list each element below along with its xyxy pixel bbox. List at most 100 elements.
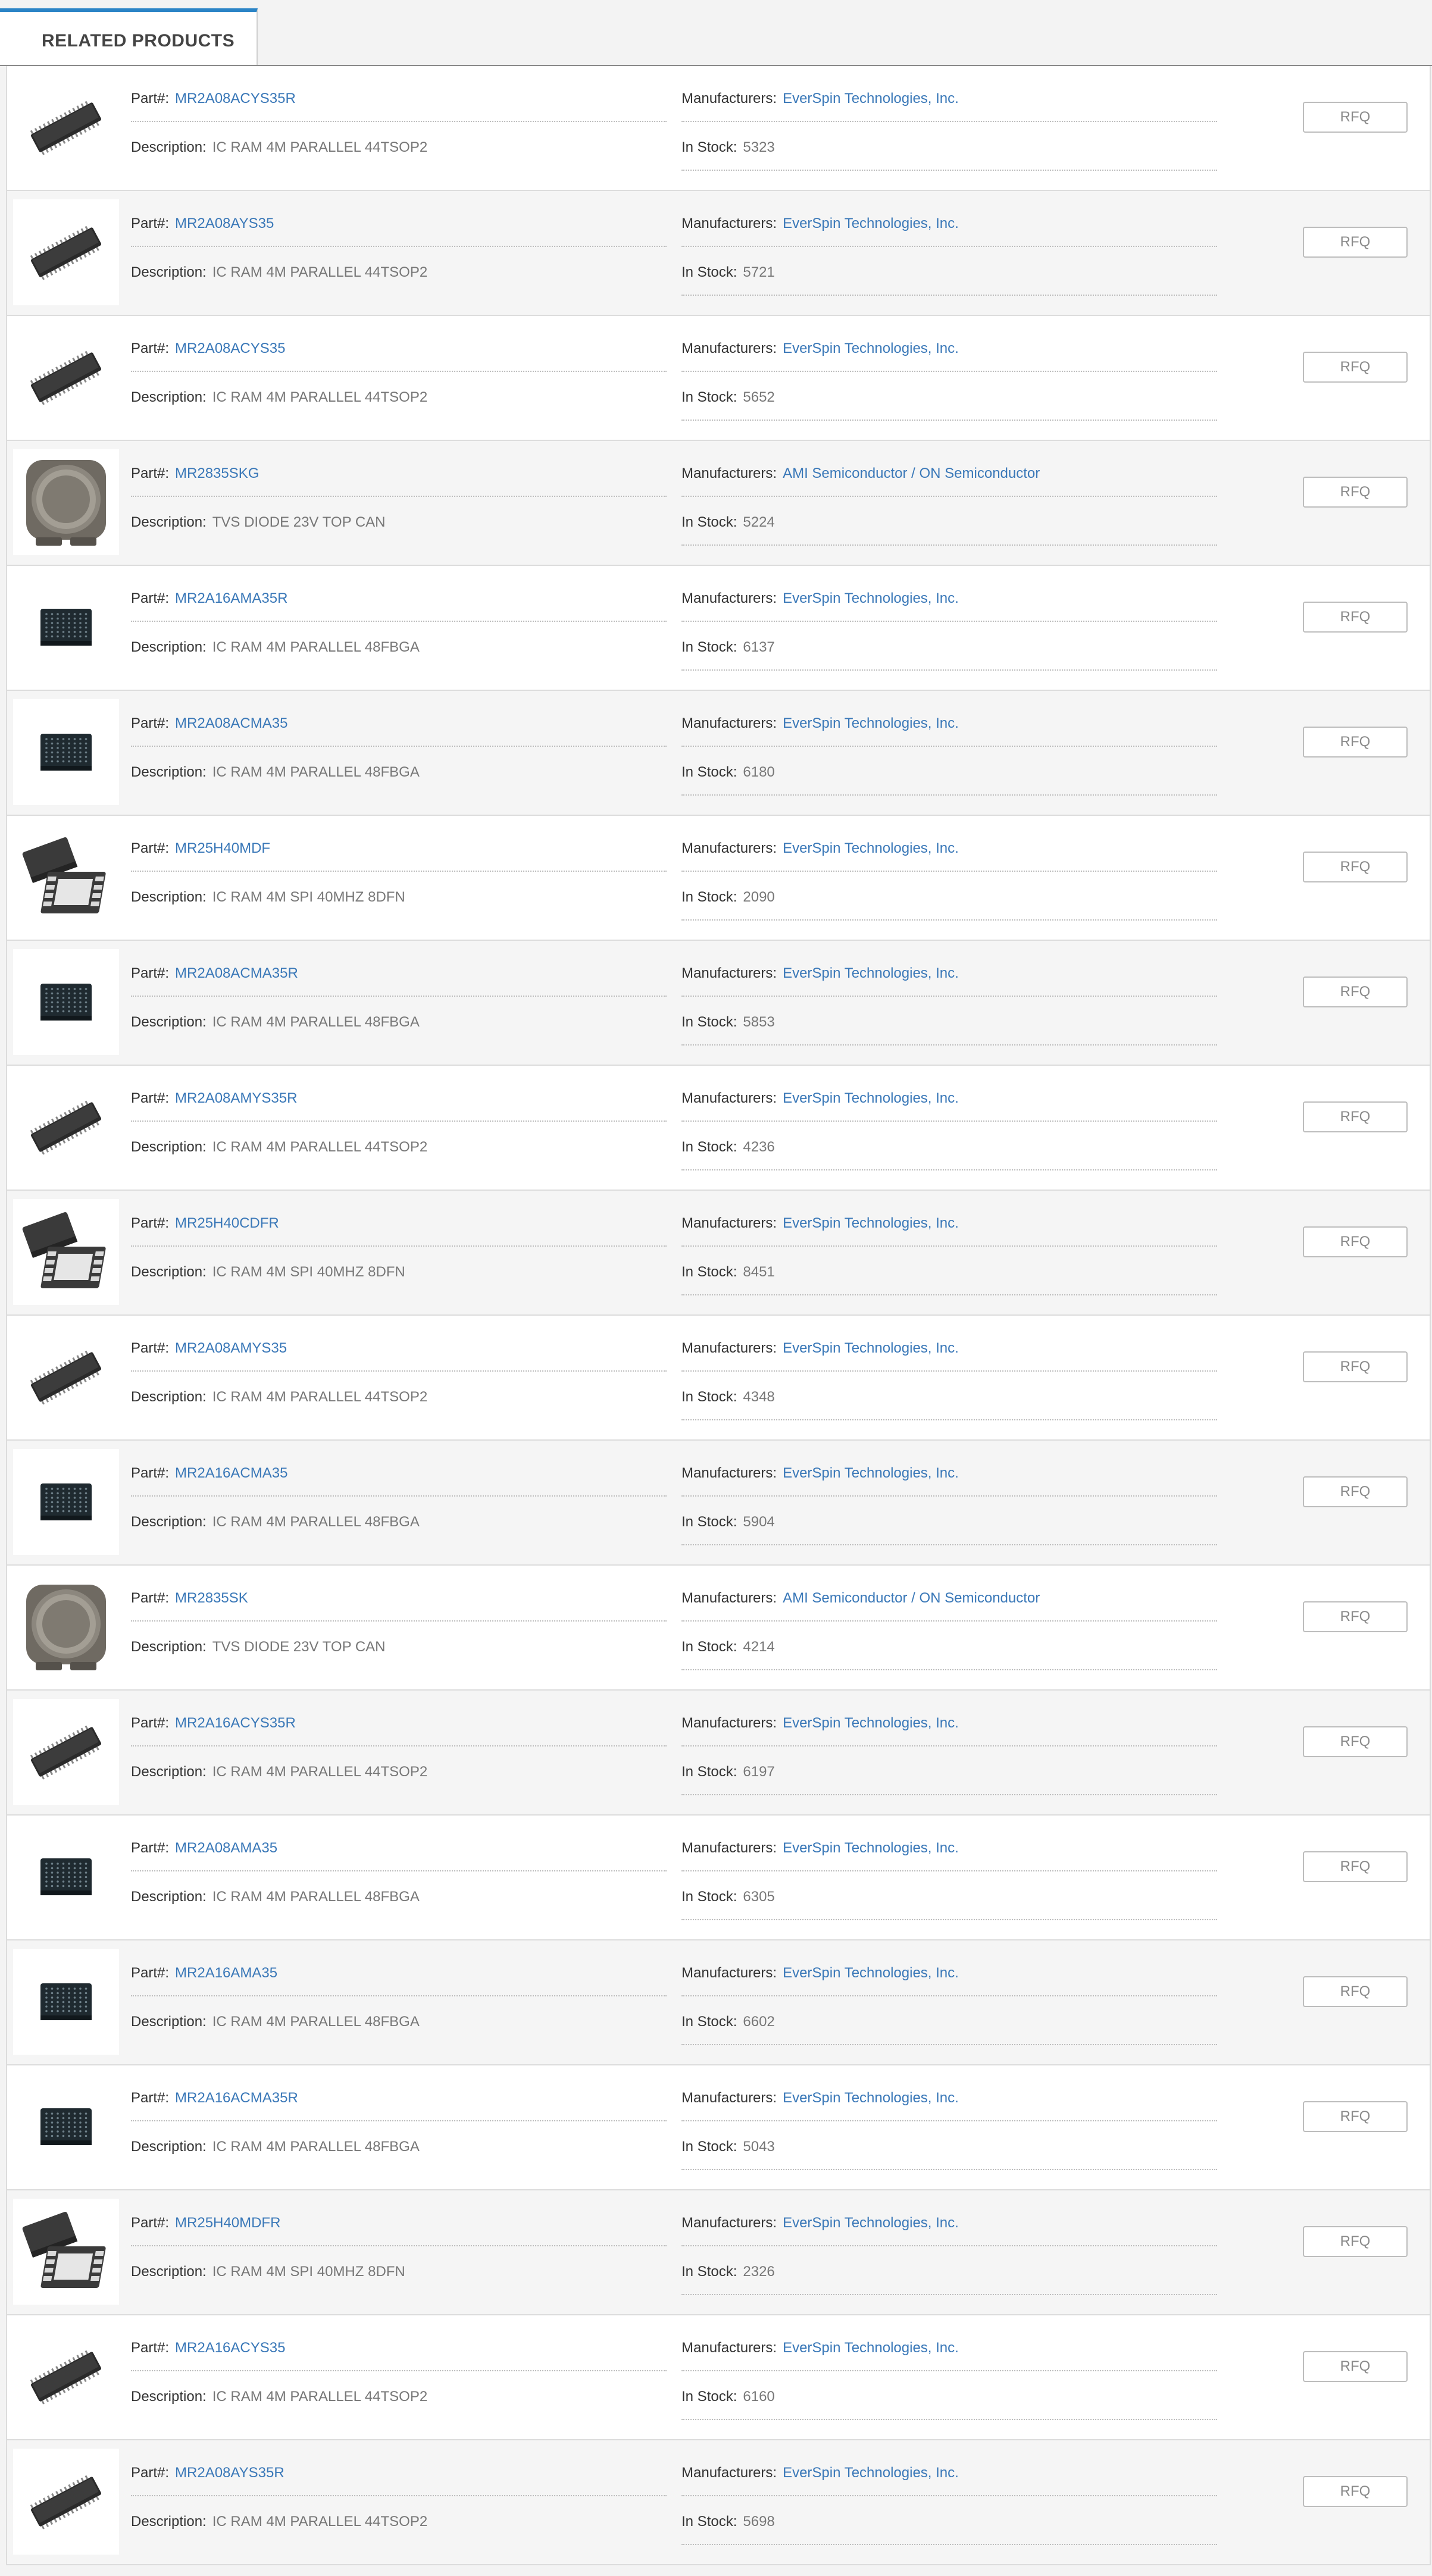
part-label: Part#: xyxy=(131,1465,170,1481)
product-image[interactable] xyxy=(13,1699,119,1805)
manufacturer-link[interactable]: EverSpin Technologies, Inc. xyxy=(783,590,959,606)
part-label: Part#: xyxy=(131,2340,170,2356)
manufacturer-link[interactable]: EverSpin Technologies, Inc. xyxy=(783,1715,959,1731)
manufacturer-link[interactable]: AMI Semiconductor / ON Semiconductor xyxy=(783,465,1040,481)
rfq-button[interactable]: RFQ xyxy=(1303,1976,1408,2007)
description-field: Description: IC RAM 4M SPI 40MHZ 8DFN xyxy=(131,1264,405,1281)
rfq-button[interactable]: RFQ xyxy=(1303,2351,1408,2382)
part-number-link[interactable]: MR2A08AMYS35R xyxy=(175,1090,297,1106)
manufacturer-link[interactable]: EverSpin Technologies, Inc. xyxy=(783,1465,959,1481)
product-image[interactable] xyxy=(13,699,119,805)
part-number-link[interactable]: MR25H40CDFR xyxy=(175,1215,279,1231)
product-image[interactable] xyxy=(13,1824,119,1930)
part-number-link[interactable]: MR2A16AMA35 xyxy=(175,1965,277,1981)
rfq-button[interactable]: RFQ xyxy=(1303,727,1408,758)
part-number-link[interactable]: MR2A08ACYS35 xyxy=(175,340,285,356)
rfq-button[interactable]: RFQ xyxy=(1303,1226,1408,1257)
rfq-button[interactable]: RFQ xyxy=(1303,1351,1408,1382)
divider xyxy=(681,295,1217,296)
part-number-link[interactable]: MR2A08AYS35R xyxy=(175,2465,284,2481)
description-field: Description: TVS DIODE 23V TOP CAN xyxy=(131,1639,385,1655)
rfq-button[interactable]: RFQ xyxy=(1303,976,1408,1007)
product-image[interactable] xyxy=(13,1949,119,2055)
stock-field: In Stock: 5224 xyxy=(681,514,775,531)
manufacturer-link[interactable]: EverSpin Technologies, Inc. xyxy=(783,840,959,856)
part-number-link[interactable]: MR2A16ACMA35R xyxy=(175,2090,298,2106)
manufacturer-link[interactable]: EverSpin Technologies, Inc. xyxy=(783,965,959,981)
manufacturer-link[interactable]: EverSpin Technologies, Inc. xyxy=(783,1340,959,1356)
part-number-link[interactable]: MR2A16AMA35R xyxy=(175,590,287,606)
product-image[interactable] xyxy=(13,1449,119,1555)
product-image[interactable] xyxy=(13,2324,119,2430)
product-image[interactable] xyxy=(13,574,119,680)
description-field: Description: TVS DIODE 23V TOP CAN xyxy=(131,514,385,531)
divider xyxy=(681,1745,1217,1746)
part-number-link[interactable]: MR2A08ACMA35 xyxy=(175,715,287,731)
product-image[interactable] xyxy=(13,1324,119,1430)
part-number-link[interactable]: MR25H40MDFR xyxy=(175,2215,280,2231)
manufacturer-link[interactable]: EverSpin Technologies, Inc. xyxy=(783,2465,959,2481)
product-image[interactable] xyxy=(13,2199,119,2305)
rfq-button[interactable]: RFQ xyxy=(1303,352,1408,383)
manufacturer-link[interactable]: AMI Semiconductor / ON Semiconductor xyxy=(783,1590,1040,1606)
rfq-button[interactable]: RFQ xyxy=(1303,477,1408,508)
manufacturer-link[interactable]: EverSpin Technologies, Inc. xyxy=(783,1090,959,1106)
part-number-link[interactable]: MR2A08AMA35 xyxy=(175,1840,277,1856)
product-image[interactable] xyxy=(13,2074,119,2180)
product-image[interactable] xyxy=(13,449,119,555)
tab-related-products[interactable]: RELATED PRODUCTS xyxy=(0,8,258,65)
product-image[interactable] xyxy=(13,1074,119,1180)
part-number-link[interactable]: MR2A16ACMA35 xyxy=(175,1465,287,1481)
rfq-button[interactable]: RFQ xyxy=(1303,2476,1408,2507)
part-number-link[interactable]: MR2835SK xyxy=(175,1590,248,1606)
product-image[interactable] xyxy=(13,824,119,930)
rfq-button[interactable]: RFQ xyxy=(1303,102,1408,133)
manufacturer-link[interactable]: EverSpin Technologies, Inc. xyxy=(783,2340,959,2356)
rfq-button[interactable]: RFQ xyxy=(1303,1726,1408,1757)
product-image[interactable] xyxy=(13,324,119,430)
product-image[interactable] xyxy=(13,2449,119,2555)
manufacturer-link[interactable]: EverSpin Technologies, Inc. xyxy=(783,715,959,731)
stock-value: 6197 xyxy=(743,1764,775,1780)
description-field: Description: IC RAM 4M PARALLEL 48FBGA xyxy=(131,1889,420,1905)
part-number-link[interactable]: MR2A16ACYS35R xyxy=(175,1715,296,1731)
product-row: Part#: MR2A16ACMA35R Description: IC RAM 4… xyxy=(7,2065,1430,2190)
rfq-button[interactable]: RFQ xyxy=(1303,1601,1408,1632)
product-image[interactable] xyxy=(13,1574,119,1680)
manufacturer-link[interactable]: EverSpin Technologies, Inc. xyxy=(783,340,959,356)
divider xyxy=(681,919,1217,921)
manufacturer-link[interactable]: EverSpin Technologies, Inc. xyxy=(783,1215,959,1231)
product-image[interactable] xyxy=(13,949,119,1055)
rfq-button[interactable]: RFQ xyxy=(1303,852,1408,882)
rfq-button[interactable]: RFQ xyxy=(1303,2101,1408,2132)
rfq-button[interactable]: RFQ xyxy=(1303,227,1408,258)
rfq-button[interactable]: RFQ xyxy=(1303,1476,1408,1507)
manufacturer-link[interactable]: EverSpin Technologies, Inc. xyxy=(783,215,959,231)
product-row: Part#: MR2835SK Description: TVS DIODE 23V… xyxy=(7,1566,1430,1691)
manufacturer-link[interactable]: EverSpin Technologies, Inc. xyxy=(783,2090,959,2106)
divider xyxy=(131,1995,667,1996)
part-number-link[interactable]: MR2A08AMYS35 xyxy=(175,1340,287,1356)
part-number-link[interactable]: MR2A08ACYS35R xyxy=(175,90,296,107)
rfq-button[interactable]: RFQ xyxy=(1303,602,1408,633)
part-number-link[interactable]: MR2A08ACMA35R xyxy=(175,965,298,981)
part-number-link[interactable]: MR2A16ACYS35 xyxy=(175,2340,285,2356)
rfq-button[interactable]: RFQ xyxy=(1303,2226,1408,2257)
description-field: Description: IC RAM 4M PARALLEL 44TSOP2 xyxy=(131,264,427,281)
manufacturer-link[interactable]: EverSpin Technologies, Inc. xyxy=(783,90,959,107)
manufacturer-field: Manufacturers: EverSpin Technologies, Inc… xyxy=(681,1465,959,1482)
rfq-button[interactable]: RFQ xyxy=(1303,1101,1408,1132)
manufacturer-link[interactable]: EverSpin Technologies, Inc. xyxy=(783,1840,959,1856)
product-image[interactable] xyxy=(13,199,119,305)
part-number-link[interactable]: MR2A08AYS35 xyxy=(175,215,274,231)
product-image[interactable] xyxy=(13,1199,119,1305)
manufacturer-link[interactable]: EverSpin Technologies, Inc. xyxy=(783,1965,959,1981)
product-row: Part#: MR2A08ACMA35R Description: IC RAM 4… xyxy=(7,941,1430,1066)
product-image[interactable] xyxy=(13,74,119,180)
part-number-link[interactable]: MR25H40MDF xyxy=(175,840,270,856)
manufacturer-link[interactable]: EverSpin Technologies, Inc. xyxy=(783,2215,959,2231)
rfq-button[interactable]: RFQ xyxy=(1303,1851,1408,1882)
description-label: Description: xyxy=(131,764,207,780)
stock-value: 6137 xyxy=(743,639,775,655)
part-number-link[interactable]: MR2835SKG xyxy=(175,465,259,481)
